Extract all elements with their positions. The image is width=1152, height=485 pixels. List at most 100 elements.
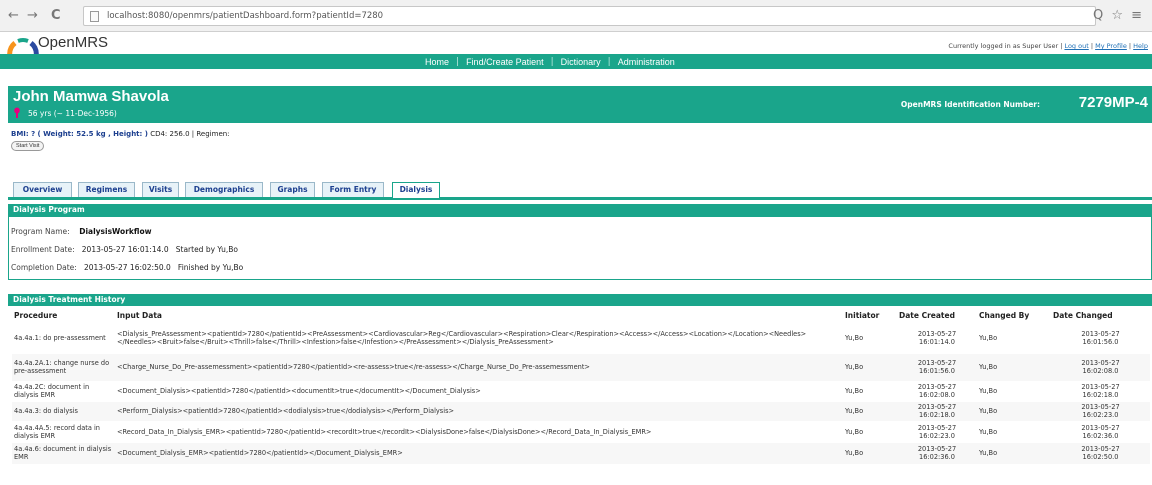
completion-by: Finished by Yu,Bo (177, 263, 244, 272)
reload-icon[interactable]: C (51, 8, 61, 24)
initiator-cell: Yu,Bo (843, 400, 897, 421)
date-changed-time: 16:02:18.0 (1082, 391, 1119, 399)
date-changed-cell: 2013-05-27 16:02:23.0 (1051, 400, 1150, 421)
dialysis-program-header: Dialysis Program (8, 204, 1152, 216)
procedure-cell: 4a.4a.2C: document in dialysis EMR (12, 380, 115, 401)
vitals-line: BMI: ? ( Weight: 52.5 kg , Height: ) CD4… (11, 130, 230, 138)
tab-overview[interactable]: Overview (13, 182, 72, 197)
column-header: Initiator (845, 311, 880, 321)
date-changed-date: 2013-05-27 (1081, 403, 1120, 411)
my-profile-link[interactable]: My Profile (1095, 42, 1127, 50)
completion-row: Completion Date: 2013-05-27 16:02:50.0 F… (11, 263, 243, 272)
date-changed-date: 2013-05-27 (1081, 329, 1120, 338)
program-name-value: DialysisWorkflow (79, 227, 152, 236)
procedure-cell: 4a.4a.3: do dialysis (12, 400, 115, 421)
input-data-cell: <Perform_Dialysis><patientId>7280</patie… (115, 400, 843, 421)
initiator-cell: Yu,Bo (843, 420, 897, 442)
procedure-cell: 4a.4a.4A.5: record data in dialysis EMR (12, 420, 115, 442)
browser-toolbar: ← → C localhost:8080/openmrs/patientDash… (0, 0, 1152, 32)
date-created-cell: 2013-05-27 16:02:36.0 (897, 441, 977, 464)
column-header: Input Data (117, 311, 162, 321)
logged-in-text: Currently logged in as Super User (948, 42, 1059, 50)
menu-administration[interactable]: Administration (611, 57, 682, 67)
table-row: 4a.4a.6: document in dialysis EMR <Docum… (12, 441, 1150, 464)
patient-id: 7279MP-4 (1078, 94, 1148, 111)
tab-dialysis[interactable]: Dialysis (392, 182, 440, 198)
logo-text: OpenMRS (38, 34, 109, 51)
date-changed-cell: 2013-05-27 16:02:08.0 (1051, 352, 1150, 381)
bmi-label: BMI: ? (11, 130, 36, 138)
tab-form-entry[interactable]: Form Entry (322, 182, 384, 197)
initiator-cell: Yu,Bo (843, 352, 897, 381)
date-created-date: 2013-05-27 (917, 383, 957, 391)
weight-height: ( Weight: 52.5 kg , Height: ) (37, 130, 148, 138)
changed-by-cell: Yu,Bo (977, 400, 1051, 421)
enrollment-date: 2013-05-27 16:01:14.0 (81, 245, 169, 254)
logout-link[interactable]: Log out (1064, 42, 1088, 50)
procedure-cell: 4a.4a.1: do pre-assessment (12, 321, 115, 353)
patient-header: John Mamwa Shavola 56 yrs (~ 11-Dec-1956… (8, 86, 1152, 123)
date-changed-cell: 2013-05-27 16:01:56.0 (1051, 321, 1150, 353)
changed-by-cell: Yu,Bo (977, 420, 1051, 442)
changed-by-cell: Yu,Bo (977, 441, 1051, 464)
date-created-cell: 2013-05-27 16:01:56.0 (897, 352, 977, 381)
table-header-row: Procedure Input Data Initiator Date Crea… (12, 310, 1150, 322)
url-text[interactable]: localhost:8080/openmrs/patientDashboard.… (107, 10, 383, 22)
date-created-cell: 2013-05-27 16:02:18.0 (897, 400, 977, 421)
changed-by-cell: Yu,Bo (977, 321, 1051, 353)
menu-dictionary[interactable]: Dictionary (554, 57, 608, 67)
patient-id-label: OpenMRS Identification Number: (900, 100, 1040, 109)
program-name-row: Program Name: DialysisWorkflow (11, 227, 152, 236)
procedure-cell: 4a.4a.2A.1: change nurse do pre-assessme… (12, 352, 115, 381)
date-changed-cell: 2013-05-27 16:02:50.0 (1051, 441, 1150, 464)
date-created-time: 16:02:23.0 (919, 431, 955, 440)
input-data-cell: <Document_Dialysis_EMR><patientId>7280</… (115, 441, 843, 464)
date-changed-time: 16:02:50.0 (1082, 453, 1119, 462)
page-icon (90, 11, 99, 22)
date-changed-date: 2013-05-27 (1081, 445, 1120, 454)
forward-arrow-icon[interactable]: → (27, 8, 38, 24)
date-changed-cell: 2013-05-27 16:02:36.0 (1051, 420, 1150, 442)
column-header: Date Created (899, 311, 955, 321)
back-arrow-icon[interactable]: ← (8, 8, 19, 24)
changed-by-cell: Yu,Bo (977, 380, 1051, 401)
date-created-time: 16:02:08.0 (919, 391, 955, 399)
main-menu: Home | Find/Create Patient | Dictionary … (0, 54, 1152, 69)
browser-menu-icons[interactable]: Q ☆ ≡ (1093, 8, 1144, 23)
date-created-date: 2013-05-27 (917, 329, 957, 338)
column-header: Procedure (14, 311, 58, 321)
table-row: 4a.4a.2A.1: change nurse do pre-assessme… (12, 352, 1150, 381)
menu-home[interactable]: Home (418, 57, 456, 67)
program-name-label: Program Name: (11, 227, 70, 236)
date-created-date: 2013-05-27 (917, 403, 957, 411)
tab-graphs[interactable]: Graphs (270, 182, 315, 197)
date-changed-time: 16:01:56.0 (1082, 337, 1119, 346)
date-created-time: 16:02:18.0 (919, 411, 955, 419)
initiator-cell: Yu,Bo (843, 441, 897, 464)
help-link[interactable]: Help (1133, 42, 1148, 50)
table-row: 4a.4a.2C: document in dialysis EMR <Docu… (12, 380, 1150, 401)
date-changed-date: 2013-05-27 (1081, 383, 1120, 391)
date-created-cell: 2013-05-27 16:01:14.0 (897, 321, 977, 353)
date-created-date: 2013-05-27 (917, 423, 957, 432)
tab-visits[interactable]: Visits (142, 182, 179, 197)
treatment-history-table: Procedure Input Data Initiator Date Crea… (12, 310, 1150, 464)
cd4-value: CD4: 256.0 (150, 130, 190, 138)
start-visit-button[interactable]: Start Visit (11, 141, 45, 151)
date-created-date: 2013-05-27 (917, 445, 957, 454)
menu-find-create-patient[interactable]: Find/Create Patient (459, 57, 551, 67)
address-bar[interactable]: localhost:8080/openmrs/patientDashboard.… (83, 6, 1096, 26)
date-changed-date: 2013-05-27 (1081, 423, 1120, 432)
date-created-cell: 2013-05-27 16:02:23.0 (897, 420, 977, 442)
regimen-label: | Regimen: (191, 130, 230, 138)
date-changed-date: 2013-05-27 (1081, 359, 1120, 367)
input-data-cell: <Charge_Nurse_Do_Pre-assemessment><patie… (115, 352, 843, 381)
tab-demographics[interactable]: Demographics (185, 182, 263, 197)
tab-regimens[interactable]: Regimens (78, 182, 135, 197)
table-row: 4a.4a.1: do pre-assessment <Dialysis_Pre… (12, 321, 1150, 353)
treatment-history-header: Dialysis Treatment History (8, 294, 1152, 306)
initiator-cell: Yu,Bo (843, 321, 897, 353)
date-changed-cell: 2013-05-27 16:02:18.0 (1051, 380, 1150, 401)
female-gender-icon (14, 107, 20, 118)
enrollment-label: Enrollment Date: (11, 245, 75, 254)
